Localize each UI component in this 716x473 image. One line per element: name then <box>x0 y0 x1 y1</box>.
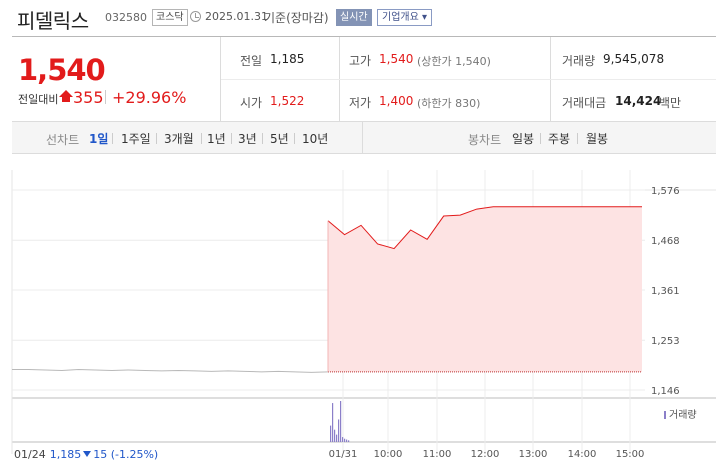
candle-chart-label: 봉차트 <box>468 133 502 147</box>
open-label: 시가 <box>240 96 263 110</box>
current-price: 1,540 <box>18 53 106 87</box>
high-label: 고가 <box>349 54 372 68</box>
change-label: 전일대비 <box>18 93 59 106</box>
stock-code: 032580 <box>105 11 147 24</box>
volume-bar <box>344 438 346 442</box>
divider <box>221 79 716 80</box>
stock-header: 피델릭스 032580 코스닥 2025.01.31 기준(장마감) 실시간 기… <box>0 0 716 34</box>
tab-1w[interactable]: 1주일 <box>121 130 151 147</box>
volume-bar <box>332 403 334 442</box>
volume-value: 9,545,078 <box>603 52 665 66</box>
divider <box>262 133 263 144</box>
change-value: 355 <box>73 88 104 107</box>
y-tick-label: 1,468 <box>651 236 680 247</box>
y-tick-label: 1,146 <box>651 386 680 397</box>
tab-weekly[interactable]: 주봉 <box>548 130 570 147</box>
company-overview-label: 기업개요 <box>382 12 419 23</box>
stock-name: 피델릭스 <box>17 9 89 33</box>
price-date: 2025.01.31 <box>205 10 268 23</box>
volume-bar <box>342 437 344 442</box>
divider <box>294 133 295 144</box>
y-tick-label: 1,361 <box>651 286 680 297</box>
trade-value-unit: 백만 <box>659 96 682 110</box>
high-value: 1,540 <box>379 52 414 66</box>
volume-legend: 거래량 <box>664 406 697 421</box>
clock-icon <box>190 11 201 22</box>
trade-value-label: 거래대금 <box>562 96 607 110</box>
prev-close-value: 1,185 <box>270 52 305 66</box>
prev-day-change: 15 <box>93 448 108 461</box>
realtime-button[interactable]: 실시간 <box>336 9 372 26</box>
divider <box>362 122 363 154</box>
volume-bar <box>348 440 350 442</box>
divider <box>201 133 202 144</box>
tab-1y[interactable]: 1년 <box>207 130 226 147</box>
tab-5y[interactable]: 5년 <box>270 130 289 147</box>
line-chart-label: 선차트 <box>46 133 80 147</box>
divider <box>156 133 157 144</box>
x-tick-label: 01/31 <box>329 449 358 460</box>
tab-10y[interactable]: 10년 <box>302 130 328 147</box>
y-tick-label: 1,253 <box>651 336 680 347</box>
price-basis: 기준(장마감) <box>264 11 329 25</box>
tab-daily[interactable]: 일봉 <box>512 130 534 147</box>
chevron-down-icon: ▾ <box>418 12 428 23</box>
low-value: 1,400 <box>379 94 414 108</box>
tab-3m[interactable]: 3개월 <box>164 130 194 147</box>
upper-limit: (상한가 1,540) <box>417 55 491 68</box>
volume-bar <box>336 434 338 442</box>
volume-bar <box>340 401 342 442</box>
volume-bar <box>334 429 336 442</box>
price-chart-svg: 1,576 1,468 1,361 1,253 1,146 01/31 10:00 11:00… <box>11 170 716 460</box>
x-tick-label: 12:00 <box>471 449 500 460</box>
prev-day-line <box>12 369 329 373</box>
divider <box>231 133 232 144</box>
prev-day-date: 01/24 <box>14 448 46 461</box>
prev-day-close: 1,185 <box>49 448 82 461</box>
divider <box>577 133 578 144</box>
x-tick-label: 15:00 <box>616 449 645 460</box>
up-arrow-icon <box>59 90 73 102</box>
x-tick-label: 10:00 <box>374 449 403 460</box>
trade-value: 14,424 <box>615 94 662 108</box>
tab-1d[interactable]: 1일 <box>89 130 108 147</box>
volume-bar <box>338 419 340 442</box>
company-overview-dropdown[interactable]: 기업개요 ▾ <box>377 9 433 26</box>
down-arrow-icon <box>83 451 92 457</box>
volume-bar <box>330 425 332 442</box>
x-tick-label: 14:00 <box>568 449 597 460</box>
divider <box>540 133 541 144</box>
market-badge: 코스닥 <box>152 9 188 26</box>
price-summary: 1,540 전일대비 355 +29.96% 전일 1,185 시가 1,522… <box>12 36 716 122</box>
volume-label: 거래량 <box>562 54 596 68</box>
prev-day-info: 01/24 1,185 15 (-1.25%) <box>14 448 158 461</box>
chart-tab-bar: 선차트 1일 1주일 3개월 1년 3년 5년 10년 봉차트 일봉 주봉 월봉 <box>12 122 716 154</box>
x-tick-label: 11:00 <box>423 449 452 460</box>
price-chart: 1,576 1,468 1,361 1,253 1,146 01/31 10:00 11:00… <box>0 154 716 473</box>
divider <box>105 90 106 104</box>
change-rate: +29.96% <box>112 88 187 107</box>
x-tick-label: 13:00 <box>519 449 548 460</box>
divider <box>112 133 113 144</box>
tab-3y[interactable]: 3년 <box>238 130 257 147</box>
open-value: 1,522 <box>270 94 305 108</box>
low-label: 저가 <box>349 96 372 110</box>
tab-monthly[interactable]: 월봉 <box>586 130 608 147</box>
today-area <box>328 206 642 372</box>
y-tick-label: 1,576 <box>651 186 680 197</box>
volume-bar <box>346 439 348 442</box>
prev-close-label: 전일 <box>240 54 263 68</box>
lower-limit: (하한가 830) <box>417 97 481 110</box>
prev-day-rate: (-1.25%) <box>110 448 159 461</box>
